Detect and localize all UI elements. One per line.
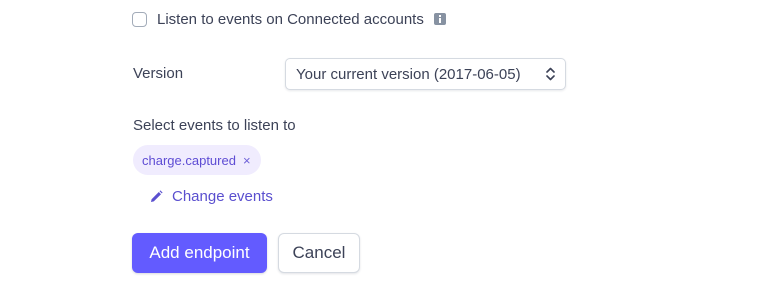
- cancel-button[interactable]: Cancel: [278, 233, 360, 273]
- connected-accounts-label[interactable]: Listen to events on Connected accounts: [157, 11, 424, 28]
- pencil-icon: [151, 189, 163, 202]
- events-heading: Select events to listen to: [133, 117, 296, 134]
- add-endpoint-button[interactable]: Add endpoint: [132, 233, 267, 273]
- version-label: Version: [133, 65, 184, 82]
- change-events-link[interactable]: Change events: [150, 186, 273, 206]
- chevron-updown-icon: [546, 67, 555, 81]
- event-pill-label: charge.captured: [142, 152, 236, 168]
- connected-accounts-checkbox[interactable]: [132, 11, 147, 27]
- version-selected-value: Your current version (2017-06-05): [296, 65, 521, 83]
- connected-accounts-row[interactable]: Listen to events on Connected accounts: [132, 9, 446, 29]
- change-events-label: Change events: [172, 187, 273, 205]
- remove-event-icon[interactable]: ×: [243, 153, 251, 168]
- event-pill-charge-captured: charge.captured ×: [133, 145, 261, 175]
- version-select[interactable]: Your current version (2017-06-05): [285, 58, 566, 90]
- webhook-endpoint-form: Listen to events on Connected accounts V…: [0, 0, 768, 286]
- info-icon[interactable]: [433, 13, 446, 25]
